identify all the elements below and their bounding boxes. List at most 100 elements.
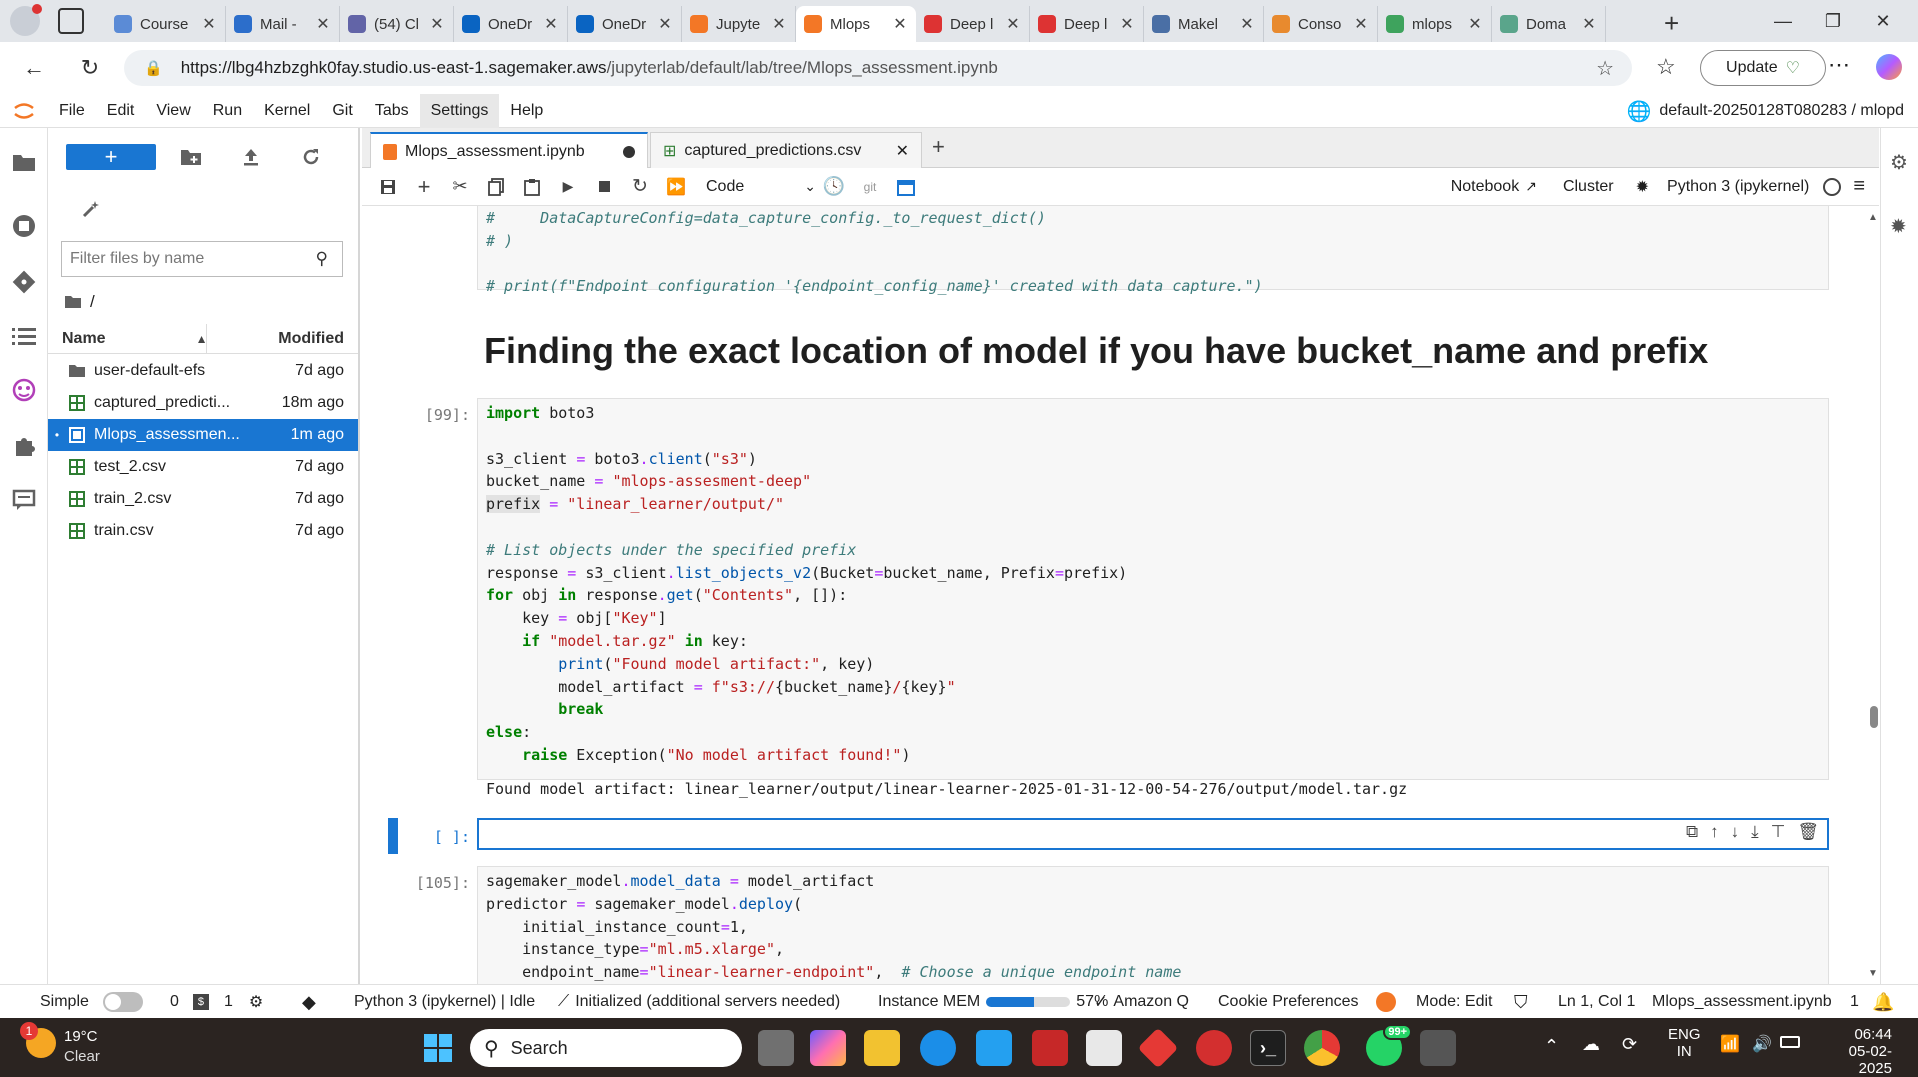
whatsapp-icon[interactable]: 99+ bbox=[1366, 1024, 1412, 1066]
stop-icon[interactable] bbox=[586, 170, 622, 204]
insert-below-icon[interactable]: ⤓ bbox=[1751, 822, 1759, 842]
paste-icon[interactable] bbox=[514, 170, 550, 204]
menu-help[interactable]: Help bbox=[499, 94, 554, 128]
chat-icon[interactable] bbox=[10, 486, 38, 514]
kernel-status[interactable]: Python 3 (ipykernel) | Idle bbox=[354, 985, 535, 1019]
fast-forward-icon[interactable]: ⏩ bbox=[658, 170, 694, 204]
menu-edit[interactable]: Edit bbox=[96, 94, 146, 128]
terminal-app-icon[interactable]: ›_ bbox=[1250, 1030, 1286, 1066]
notification-count[interactable]: 1 bbox=[1850, 985, 1859, 1019]
browser-tab[interactable]: OneDr ✕ bbox=[568, 6, 682, 42]
reload-icon[interactable]: ↻ bbox=[70, 48, 110, 88]
close-tab-icon[interactable]: ✕ bbox=[1119, 14, 1135, 34]
ai-brain-icon[interactable] bbox=[10, 376, 38, 404]
running-sessions-icon[interactable] bbox=[10, 212, 38, 240]
close-tab-icon[interactable]: ✕ bbox=[543, 14, 559, 34]
property-inspector-gear-icon[interactable]: ⚙ bbox=[1890, 150, 1908, 175]
git-status-icon[interactable]: ◆ bbox=[302, 985, 316, 1019]
code-cell-previous[interactable]: # DataCaptureConfig=data_capture_config.… bbox=[477, 206, 1829, 295]
duplicate-cell-icon[interactable]: ⧉ bbox=[1686, 822, 1698, 842]
close-tab-icon[interactable]: ✕ bbox=[429, 14, 445, 34]
new-tab-button[interactable]: + bbox=[1664, 8, 1679, 39]
wifi-icon[interactable]: 📶 bbox=[1720, 1034, 1740, 1054]
favorite-star-icon[interactable]: ☆ bbox=[1596, 56, 1614, 81]
cursor-position[interactable]: Ln 1, Col 1 bbox=[1558, 985, 1635, 1019]
menu-kernel[interactable]: Kernel bbox=[253, 94, 321, 128]
browser-tab[interactable]: Conso ✕ bbox=[1264, 6, 1378, 42]
new-launcher-button[interactable]: + bbox=[66, 144, 156, 170]
cell-source[interactable]: sagemaker_model.model_data = model_artif… bbox=[478, 867, 1828, 984]
browser-tab[interactable]: Mlops ✕ bbox=[796, 6, 916, 42]
debugger-bug-icon[interactable]: ✹ bbox=[1636, 177, 1649, 197]
refresh-icon[interactable] bbox=[296, 142, 326, 172]
save-icon[interactable] bbox=[370, 170, 406, 204]
new-folder-icon[interactable] bbox=[176, 142, 206, 172]
menu-file[interactable]: File bbox=[48, 94, 96, 128]
cell-source[interactable]: import boto3 s3_client = boto3.client("s… bbox=[478, 399, 1828, 767]
tab-captured-predictions[interactable]: ⊞ captured_predictions.csv ✕ bbox=[650, 132, 922, 168]
notification-icon[interactable] bbox=[1376, 985, 1396, 1019]
browser-tab[interactable]: Jupyte ✕ bbox=[682, 6, 796, 42]
close-tab-icon[interactable]: ✕ bbox=[1239, 14, 1255, 34]
browser-tab[interactable]: Mail - ✕ bbox=[226, 6, 340, 42]
copy-icon[interactable] bbox=[478, 170, 514, 204]
url-field[interactable]: 🔒 https://lbg4hzbzghk0fay.studio.us-east… bbox=[124, 50, 1632, 86]
file-explorer-icon[interactable] bbox=[864, 1030, 900, 1066]
close-tab-icon[interactable]: ✕ bbox=[896, 141, 909, 161]
menu-tabs[interactable]: Tabs bbox=[364, 94, 420, 128]
close-tab-icon[interactable]: ✕ bbox=[771, 14, 787, 34]
kernels-count[interactable]: 1 ⚙ bbox=[224, 985, 263, 1019]
cookie-preferences-link[interactable]: Cookie Preferences bbox=[1218, 985, 1359, 1019]
move-up-icon[interactable]: ↑ bbox=[1710, 822, 1719, 842]
open-notebook-link[interactable]: Notebook ↗ bbox=[1451, 178, 1537, 196]
chrome-icon[interactable] bbox=[1304, 1030, 1340, 1066]
close-tab-icon[interactable]: ✕ bbox=[1353, 14, 1369, 34]
volume-icon[interactable]: 🔊 bbox=[1752, 1034, 1772, 1054]
schedule-calendar-icon[interactable] bbox=[888, 170, 924, 204]
simple-mode-toggle[interactable]: Simple bbox=[40, 985, 143, 1019]
favorites-icon[interactable]: ☆ bbox=[1656, 54, 1676, 80]
battery-icon[interactable] bbox=[1780, 1036, 1800, 1048]
browser-tab[interactable]: Deep l ✕ bbox=[1030, 6, 1144, 42]
file-row[interactable]: train_2.csv 7d ago bbox=[48, 483, 358, 515]
new-tab-plus-icon[interactable]: + bbox=[932, 134, 945, 160]
weather-sun-icon[interactable]: 1 bbox=[20, 1022, 56, 1058]
table-of-contents-icon[interactable] bbox=[10, 322, 38, 350]
menu-settings[interactable]: Settings bbox=[419, 93, 500, 128]
terminals-count[interactable]: 0 $ bbox=[170, 985, 209, 1019]
more-menu-icon[interactable]: ⋯ bbox=[1828, 52, 1850, 78]
language-indicator[interactable]: ENG IN bbox=[1668, 1026, 1701, 1060]
close-tab-icon[interactable]: ✕ bbox=[1581, 14, 1597, 34]
history-clock-icon[interactable]: 🕓 bbox=[816, 170, 852, 204]
snipping-tool-icon[interactable] bbox=[1420, 1030, 1456, 1066]
taskbar-search[interactable]: ⚲ Search bbox=[470, 1029, 742, 1067]
code-cell-active[interactable]: ⧉ ↑ ↓ ⤓ ⊤ 🗑 bbox=[477, 818, 1829, 850]
lsp-status[interactable]: ⟋ Initialized (additional servers needed… bbox=[558, 985, 840, 1019]
menu-view[interactable]: View bbox=[145, 94, 201, 128]
move-down-icon[interactable]: ↓ bbox=[1731, 822, 1740, 842]
bell-icon[interactable]: 🔔 bbox=[1872, 985, 1894, 1019]
git-icon[interactable] bbox=[10, 268, 38, 296]
menu-git[interactable]: Git bbox=[321, 94, 363, 128]
close-tab-icon[interactable]: ✕ bbox=[892, 14, 908, 34]
onedrive-cloud-icon[interactable]: ☁ bbox=[1582, 1034, 1600, 1055]
close-tab-icon[interactable]: ✕ bbox=[201, 14, 217, 34]
kernel-name-button[interactable]: Python 3 (ipykernel) bbox=[1667, 178, 1809, 196]
restore-button[interactable]: ❐ bbox=[1810, 0, 1856, 42]
git-diff-icon[interactable]: git bbox=[852, 170, 888, 204]
cluster-button[interactable]: Cluster bbox=[1563, 178, 1614, 196]
sync-icon[interactable]: ⟳ bbox=[1622, 1034, 1637, 1055]
store-icon[interactable] bbox=[1086, 1030, 1122, 1066]
file-row[interactable]: • Mlops_assessmen... 1m ago bbox=[48, 419, 358, 451]
modified-column-header[interactable]: Modified bbox=[278, 330, 344, 348]
toggle-switch[interactable] bbox=[102, 992, 143, 1012]
breadcrumb[interactable]: / bbox=[64, 290, 95, 314]
edge-browser-icon[interactable] bbox=[920, 1030, 956, 1066]
mcafee-icon[interactable] bbox=[1032, 1030, 1068, 1066]
copilot-app-icon[interactable] bbox=[810, 1030, 846, 1066]
close-tab-icon[interactable]: ✕ bbox=[657, 14, 673, 34]
file-row[interactable]: user-default-efs 7d ago bbox=[48, 355, 358, 387]
close-tab-icon[interactable]: ✕ bbox=[315, 14, 331, 34]
extension-puzzle-icon[interactable] bbox=[10, 432, 38, 460]
chevron-up-icon[interactable]: ⌃ bbox=[1544, 1036, 1559, 1057]
